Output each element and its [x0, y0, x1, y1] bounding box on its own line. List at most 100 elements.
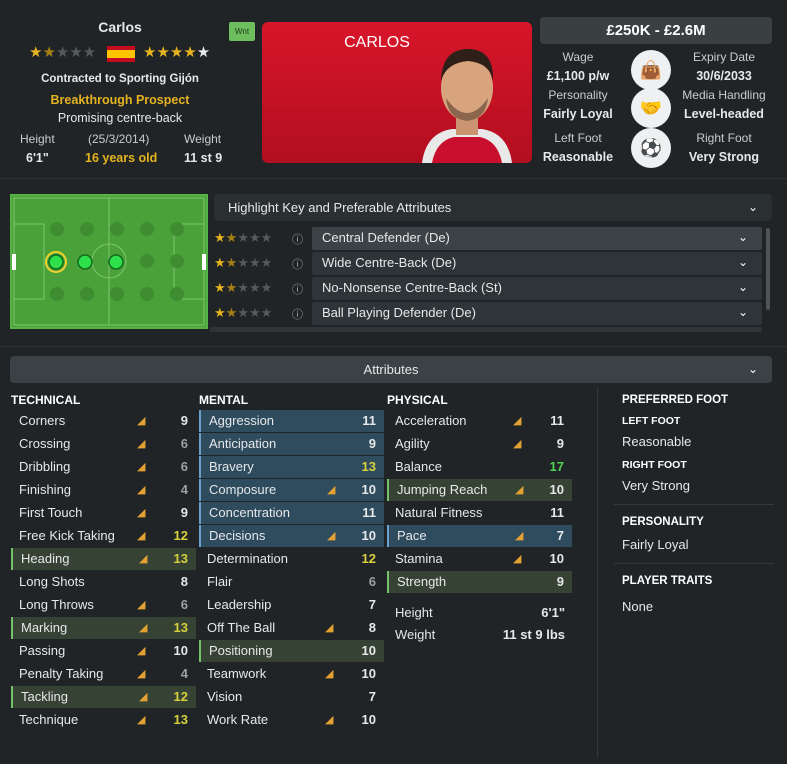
attribute-row[interactable]: Crossing ◢ 6 [11, 433, 196, 455]
attribute-value: 4 [180, 482, 188, 497]
chevron-down-icon: ⌄ [737, 255, 748, 269]
role-row[interactable]: ★★★★★ ⓘ Ball Playing Defender (De) ⌄ [210, 302, 762, 326]
attribute-value: 10 [173, 643, 188, 658]
role-box[interactable]: No-Nonsense Centre-Back (St) ⌄ [312, 277, 762, 300]
attribute-row[interactable]: Agility ◢ 9 [387, 433, 572, 455]
attribute-name: Long Shots [19, 574, 85, 589]
trend-up-icon: ◢ [513, 415, 522, 427]
role-box[interactable]: Central Defender (De) ⌄ [312, 227, 762, 250]
attribute-row[interactable]: Free Kick Taking ◢ 12 [11, 525, 196, 547]
attribute-row[interactable]: Long Throws ◢ 6 [11, 594, 196, 616]
attribute-value: 7 [368, 689, 376, 704]
attribute-name: Finishing [19, 482, 72, 497]
attribute-row[interactable]: Concentration 11 [199, 502, 384, 524]
attribute-row[interactable]: Acceleration ◢ 11 [387, 410, 572, 432]
player-header: Carlos ★★★★★ ★★★★★ Contracted to Sportin… [0, 0, 787, 178]
role-stars: ★★★★★ [214, 280, 273, 295]
role-row[interactable]: ★★★★★ ⓘ Central Defender (De) ⌄ [210, 227, 762, 251]
attribute-row[interactable]: Teamwork ◢ 10 [199, 663, 384, 685]
player-status: Breakthrough Prospect [50, 93, 190, 107]
trend-up-icon: ◢ [137, 668, 146, 680]
attribute-value: 7 [368, 597, 376, 612]
divider [0, 178, 787, 179]
attribute-value: 11 [550, 505, 564, 520]
money-bag-icon: 👜 [631, 50, 671, 90]
attribute-row[interactable]: Natural Fitness 11 [387, 502, 572, 524]
attribute-row[interactable]: Work Rate ◢ 10 [199, 709, 384, 731]
left-foot-title: LEFT FOOT [622, 415, 681, 427]
trend-up-icon: ◢ [515, 484, 524, 496]
attribute-row[interactable]: Aggression 11 [199, 410, 384, 432]
attribute-row[interactable]: Strength 9 [387, 571, 572, 593]
attribute-row[interactable]: Composure ◢ 10 [199, 479, 384, 501]
role-row[interactable]: ★★★★★ ⓘ Wide Centre-Back (De) ⌄ [210, 252, 762, 276]
trend-up-icon: ◢ [513, 553, 522, 565]
chevron-down-icon: ⌄ [737, 230, 748, 244]
attribute-row[interactable]: Penalty Taking ◢ 4 [11, 663, 196, 685]
attribute-row[interactable]: Positioning 10 [199, 640, 384, 662]
attribute-row[interactable]: Marking ◢ 13 [11, 617, 196, 639]
info-icon[interactable]: ⓘ [292, 306, 303, 322]
trend-up-icon: ◢ [515, 530, 524, 542]
right-foot-title: RIGHT FOOT [622, 459, 687, 471]
contract-status: Contracted to Sporting Gijón [41, 73, 199, 85]
divider [614, 504, 774, 505]
attribute-row[interactable]: Corners ◢ 9 [11, 410, 196, 432]
attribute-row[interactable]: Passing ◢ 10 [11, 640, 196, 662]
info-icon[interactable]: ⓘ [292, 281, 303, 297]
attribute-name: Work Rate [207, 712, 269, 727]
attribute-row[interactable]: Balance 17 [387, 456, 572, 478]
position-pitch[interactable] [10, 194, 208, 329]
attribute-row[interactable]: Flair 6 [199, 571, 384, 593]
attribute-name: Dribbling [19, 459, 71, 474]
info-icon[interactable]: ⓘ [292, 256, 303, 272]
transfer-value[interactable]: £250K - £2.6M [540, 17, 772, 44]
role-label: Ball Playing Defender (De) [322, 305, 476, 320]
role-stars: ★★★★★ [214, 230, 273, 245]
attribute-row[interactable]: First Touch ◢ 9 [11, 502, 196, 524]
attribute-value: 10 [361, 528, 376, 543]
boot-icon: ⚽ [631, 128, 671, 168]
attribute-name: Passing [19, 643, 66, 658]
attribute-row[interactable]: Determination 12 [199, 548, 384, 570]
attribute-row[interactable]: Technique ◢ 13 [11, 709, 196, 731]
attribute-value: 8 [180, 574, 188, 589]
attribute-name: Long Throws [19, 597, 94, 612]
player-photo [422, 49, 512, 163]
role-list-cutoff [210, 327, 762, 332]
attribute-row[interactable]: Decisions ◢ 10 [199, 525, 384, 547]
height-label: Height [20, 132, 55, 146]
role-box[interactable]: Wide Centre-Back (De) ⌄ [312, 252, 762, 275]
role-highlight-dropdown[interactable]: Highlight Key and Preferable Attributes … [214, 194, 772, 221]
info-icon[interactable]: ⓘ [292, 231, 303, 247]
attribute-row[interactable]: Long Shots 8 [11, 571, 196, 593]
attribute-row[interactable]: Stamina ◢ 10 [387, 548, 572, 570]
role-list-scrollbar[interactable] [766, 228, 770, 310]
wanted-badge[interactable]: Wnt [229, 22, 255, 41]
attribute-row[interactable]: Jumping Reach ◢ 10 [387, 479, 572, 501]
attribute-row[interactable]: Anticipation 9 [199, 433, 384, 455]
role-row[interactable]: ★★★★★ ⓘ No-Nonsense Centre-Back (St) ⌄ [210, 277, 762, 301]
attributes-dropdown[interactable]: Attributes ⌄ [10, 356, 772, 383]
attribute-row[interactable]: Off The Ball ◢ 8 [199, 617, 384, 639]
attribute-row[interactable]: Pace ◢ 7 [387, 525, 572, 547]
player-photo-card: CARLOS [262, 22, 532, 163]
attribute-name: Free Kick Taking [19, 528, 115, 543]
left-foot-value: Reasonable [622, 434, 692, 449]
attribute-row[interactable]: Vision 7 [199, 686, 384, 708]
attribute-row[interactable]: Dribbling ◢ 6 [11, 456, 196, 478]
attribute-row[interactable]: Finishing ◢ 4 [11, 479, 196, 501]
trend-up-icon: ◢ [325, 622, 334, 634]
wage-label: Wage [562, 50, 594, 64]
attribute-value: 12 [173, 689, 188, 704]
attribute-row[interactable]: Heading ◢ 13 [11, 548, 196, 570]
trend-up-icon: ◢ [327, 530, 336, 542]
attribute-name: Jumping Reach [397, 482, 488, 497]
wage-value: £1,100 p/w [546, 69, 610, 83]
role-box[interactable]: Ball Playing Defender (De) ⌄ [312, 302, 762, 325]
attribute-row[interactable]: Leadership 7 [199, 594, 384, 616]
attribute-name: Determination [207, 551, 288, 566]
attribute-row[interactable]: Bravery 13 [199, 456, 384, 478]
current-ability-stars: ★★★★★ [29, 44, 97, 61]
attribute-row[interactable]: Tackling ◢ 12 [11, 686, 196, 708]
